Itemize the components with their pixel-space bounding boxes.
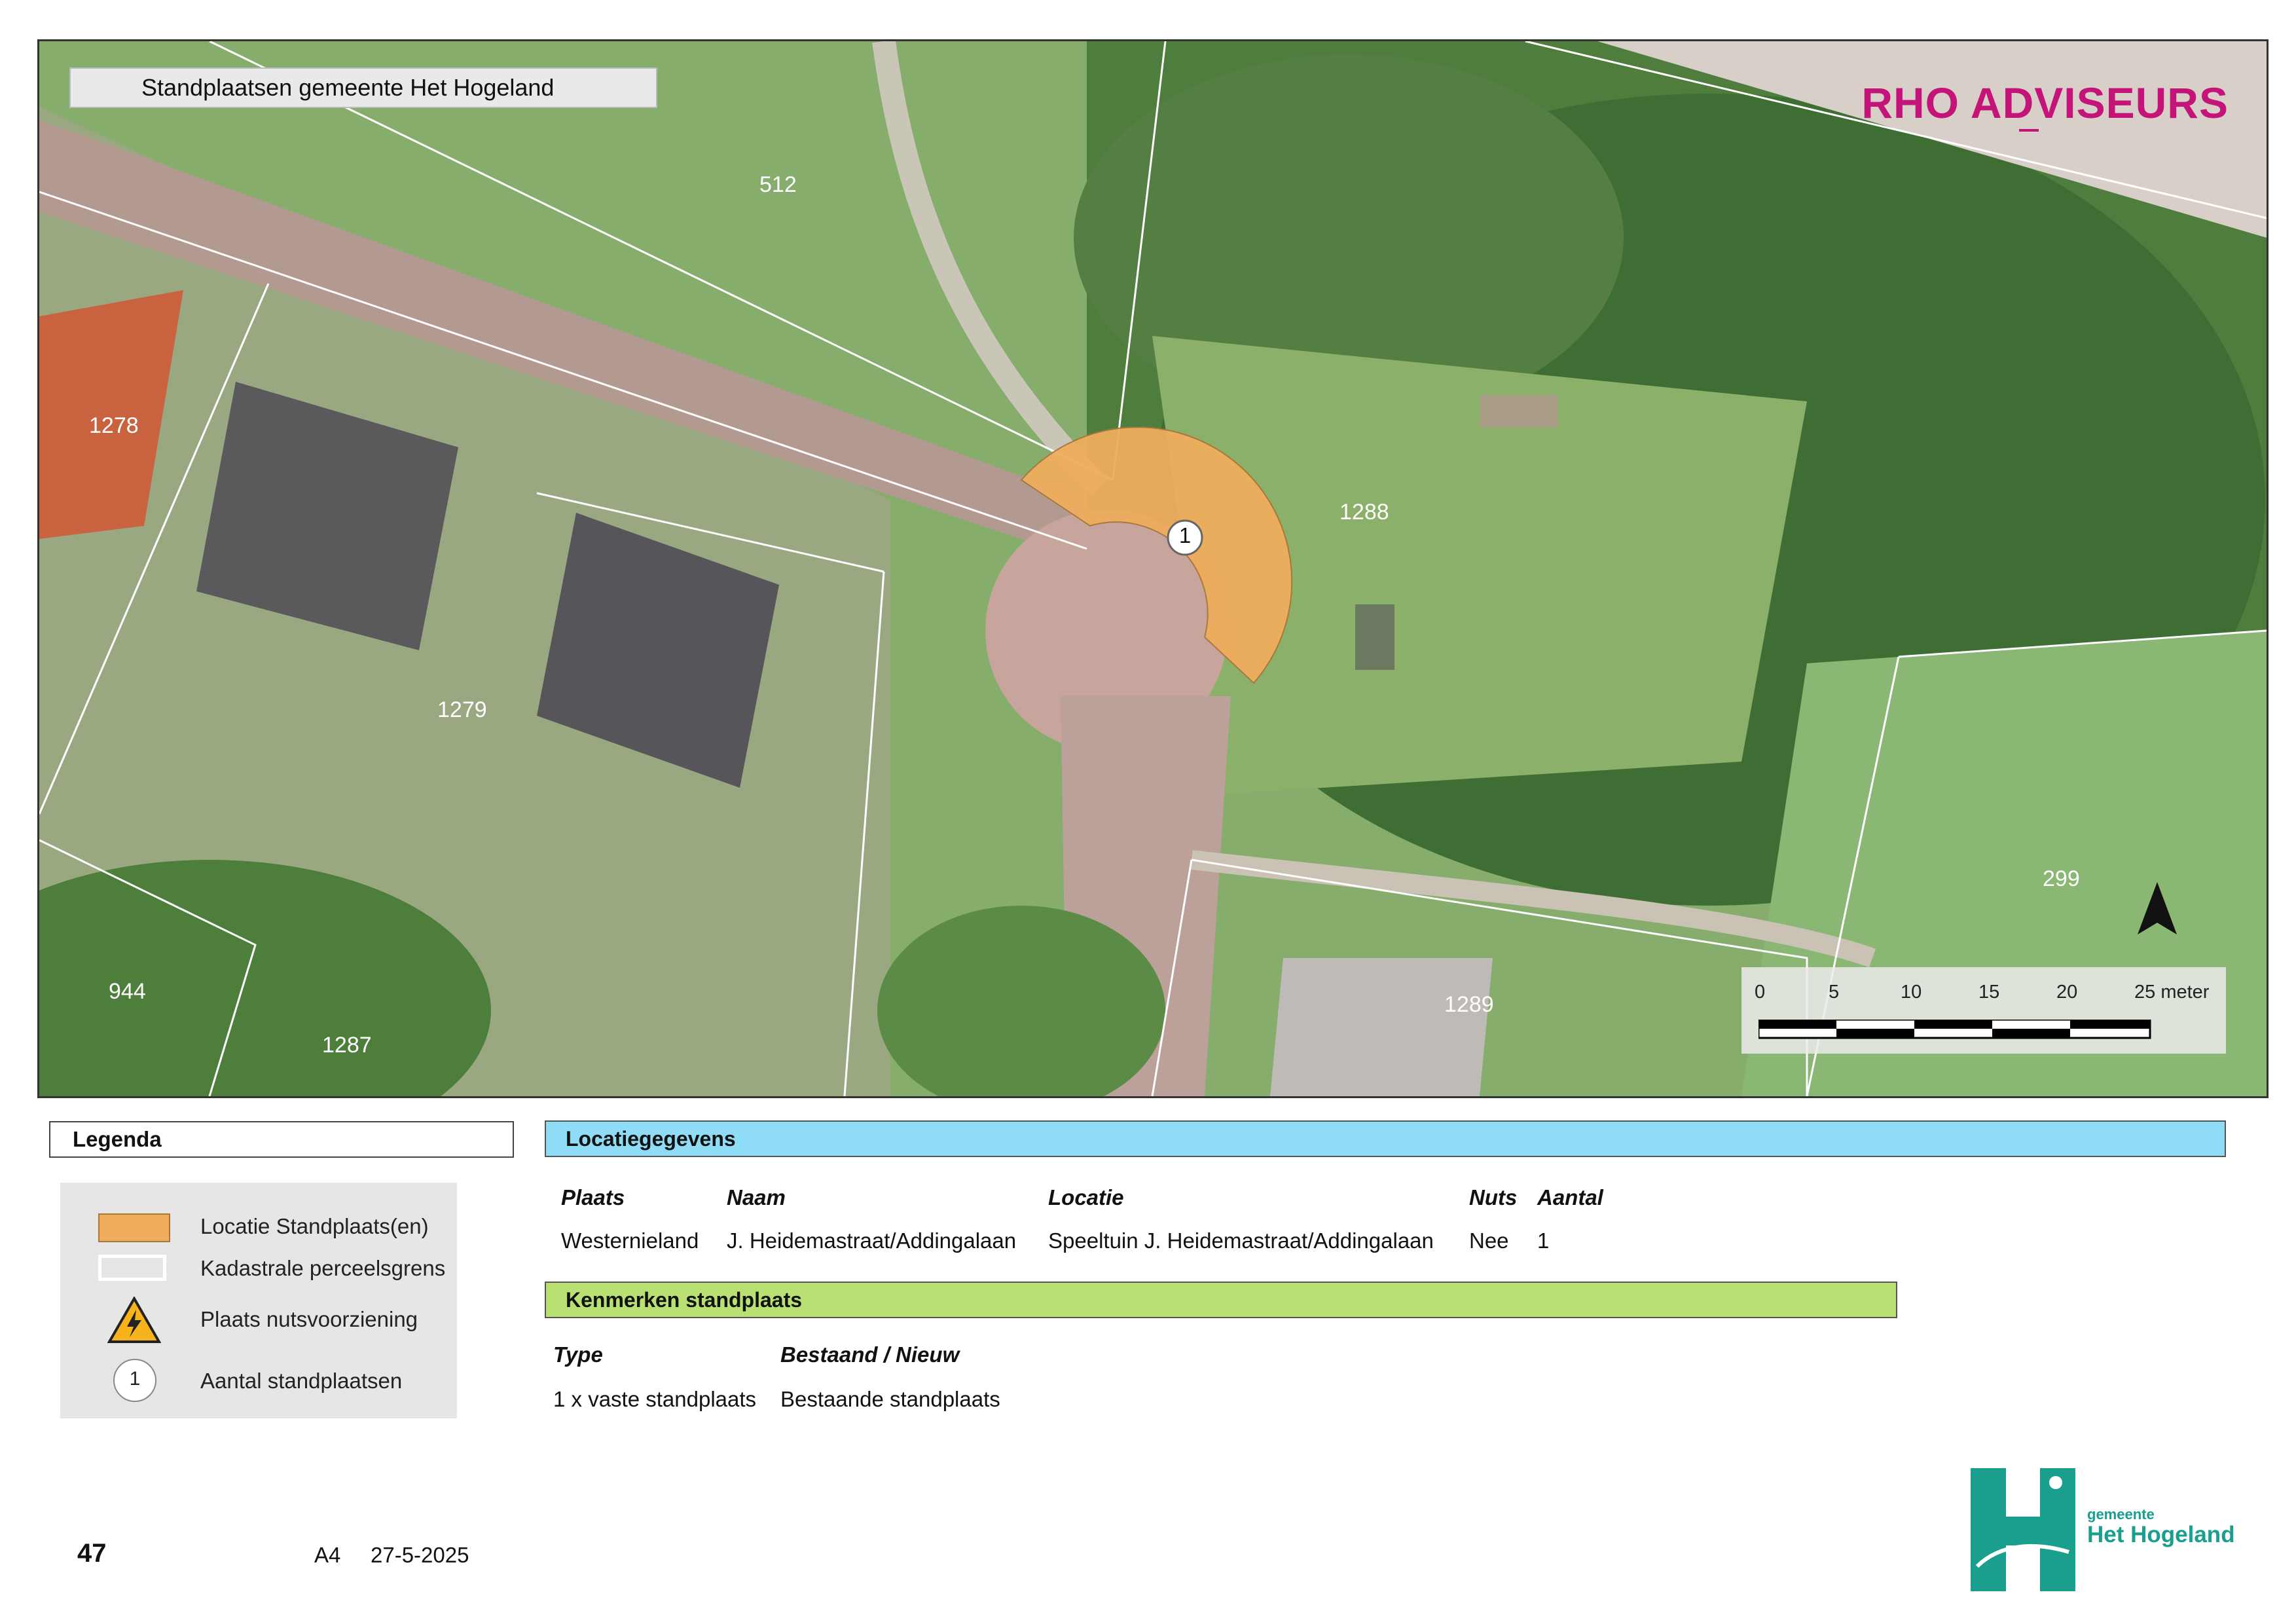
- location-cell: Westernieland: [561, 1228, 699, 1253]
- legend-title: Legenda: [49, 1121, 514, 1158]
- location-section-title: Locatiegegevens: [545, 1120, 2226, 1157]
- scale-tick: 0: [1755, 982, 1766, 1003]
- location-cell: Nee: [1469, 1228, 1509, 1253]
- municipality-name: Het Hogeland: [2087, 1522, 2235, 1547]
- electric-hazard-icon: [107, 1297, 161, 1343]
- legend-swatch-location: [98, 1213, 170, 1242]
- legend-label: Aantal standplaatsen: [200, 1369, 403, 1393]
- municipality-small-label: gemeente: [2087, 1506, 2155, 1522]
- legend-label: Locatie Standplaats(en): [200, 1214, 429, 1238]
- location-header: Aantal: [1537, 1185, 1603, 1209]
- scale-bar: [1741, 967, 2226, 1054]
- features-header: Type: [553, 1342, 603, 1367]
- page-number: 47: [77, 1539, 107, 1568]
- location-cell: 1: [1537, 1228, 1550, 1253]
- features-cell: 1 x vaste standplaats: [553, 1387, 757, 1411]
- map-frame: Standplaatsen gemeente Het Hogeland RHO …: [37, 39, 2269, 1098]
- document-date: 27-5-2025: [371, 1543, 469, 1567]
- standplaats-sector: [1020, 426, 1293, 684]
- features-section-title: Kenmerken standplaats: [545, 1282, 1897, 1318]
- location-header: Naam: [727, 1185, 786, 1209]
- location-cell: Speeltuin J. Heidemastraat/Addingalaan: [1048, 1228, 1434, 1253]
- features-header: Bestaand / Nieuw: [780, 1342, 960, 1367]
- location-cell: J. Heidemastraat/Addingalaan: [727, 1228, 1017, 1253]
- features-cell: Bestaande standplaats: [780, 1387, 1000, 1411]
- scale-tick: 5: [1829, 982, 1840, 1003]
- scale-bar-graphic: [1758, 1020, 2151, 1039]
- legend-count-symbol: 1: [129, 1368, 141, 1390]
- paper-size: A4: [314, 1543, 341, 1567]
- scale-tick: 20: [2056, 982, 2078, 1003]
- north-arrow-icon: [2138, 882, 2177, 934]
- scale-tick: 25 meter: [2134, 982, 2210, 1003]
- legend-label: Kadastrale perceelsgrens: [200, 1256, 446, 1280]
- legend-label: Plaats nutsvoorziening: [200, 1307, 418, 1331]
- location-header: Nuts: [1469, 1185, 1518, 1209]
- legend-swatch-parcel: [98, 1255, 166, 1281]
- location-header: Plaats: [561, 1185, 625, 1209]
- location-header: Locatie: [1048, 1185, 1124, 1209]
- scale-tick: 10: [1901, 982, 1922, 1003]
- municipality-logo-icon: [1971, 1468, 2075, 1591]
- location-area: [1020, 426, 1293, 684]
- standplaats-count-label: 1: [1178, 523, 1192, 547]
- scale-tick: 15: [1978, 982, 2000, 1003]
